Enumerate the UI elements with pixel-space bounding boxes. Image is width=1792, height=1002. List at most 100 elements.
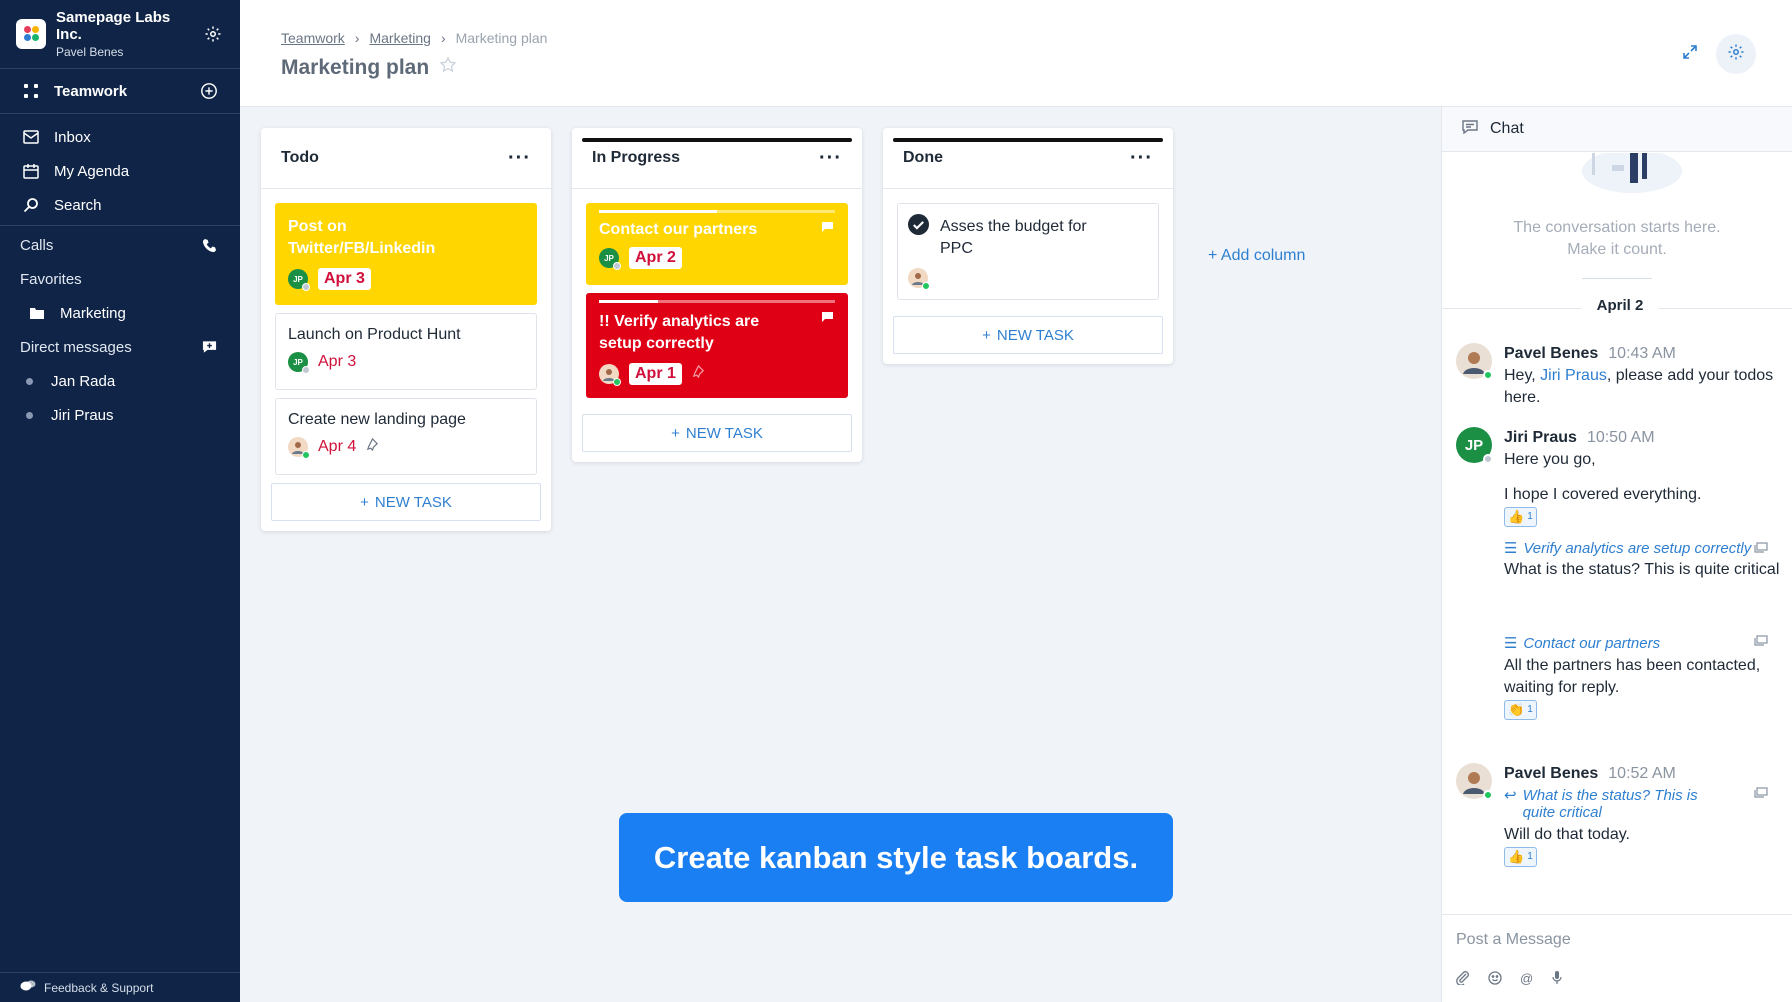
chat-message: Pavel Benes 10:52 AM ↩ What is the status… xyxy=(1456,763,1782,868)
expand-icon[interactable] xyxy=(1682,44,1698,65)
emoji-icon[interactable] xyxy=(1488,971,1502,990)
check-circle-icon[interactable] xyxy=(908,214,929,240)
message-composer[interactable]: Post a Message @ xyxy=(1442,914,1792,1002)
sidebar-item-inbox[interactable]: Inbox xyxy=(0,120,240,154)
page-title-row: Marketing plan xyxy=(281,56,457,80)
sidebar-section-direct-messages[interactable]: Direct messages xyxy=(0,330,240,364)
dm-item-jiri-praus[interactable]: Jiri Praus xyxy=(0,398,240,432)
sidebar-item-label: Teamwork xyxy=(54,82,128,100)
new-task-button[interactable]: + NEW TASK xyxy=(582,414,852,452)
sidebar-item-teamwork[interactable]: Teamwork xyxy=(0,69,240,113)
reply-reference-link[interactable]: ↩ What is the status? This is quite crit… xyxy=(1504,787,1782,821)
task-reference: Verify analytics are setup correctly xyxy=(1523,540,1752,557)
column-title: Todo xyxy=(281,149,319,166)
thread-icon[interactable] xyxy=(1754,542,1768,554)
sidebar-item-marketing[interactable]: Marketing xyxy=(0,296,240,330)
empty-conversation-text: The conversation starts here. Make it co… xyxy=(1442,217,1792,261)
org-switcher[interactable]: Samepage Labs Inc. Pavel Benes xyxy=(0,0,240,68)
task-card[interactable]: Post on Twitter/FB/Linkedin JP Apr 3 xyxy=(275,203,537,305)
gear-icon[interactable] xyxy=(202,23,224,45)
plus-icon: + xyxy=(360,493,369,511)
more-icon[interactable]: ··· xyxy=(1130,148,1153,168)
task-card[interactable]: Create new landing page Apr 4 xyxy=(275,398,537,475)
sidebar-item-label: Search xyxy=(54,196,102,214)
page-header: Teamwork › Marketing › Marketing plan Ma… xyxy=(240,0,1792,107)
more-icon[interactable]: ··· xyxy=(508,148,531,168)
task-reference-link[interactable]: ☰ Verify analytics are setup correctly xyxy=(1504,540,1782,557)
new-task-button[interactable]: + NEW TASK xyxy=(893,316,1163,354)
mention-icon[interactable]: @ xyxy=(1520,971,1533,990)
task-progress xyxy=(599,300,835,303)
task-title: !! Verify analytics are setup correctly xyxy=(599,313,760,352)
column-header: Todo ··· xyxy=(261,128,551,189)
comment-flag-icon xyxy=(822,312,833,322)
plus-icon: + xyxy=(982,326,991,344)
message-text: Hey, xyxy=(1504,367,1541,384)
star-icon[interactable] xyxy=(439,56,457,80)
microphone-icon[interactable] xyxy=(1551,971,1563,990)
sender-name[interactable]: Pavel Benes xyxy=(1504,345,1598,362)
avatar: JP xyxy=(288,269,310,291)
sidebar-section-calls[interactable]: Calls xyxy=(0,228,240,262)
org-logo xyxy=(16,19,46,49)
grid-icon xyxy=(20,80,42,102)
message-time: 10:52 AM xyxy=(1608,765,1676,782)
sidebar-item-search[interactable]: Search xyxy=(0,188,240,222)
thumbs-up-icon: 👍 xyxy=(1508,849,1525,864)
dm-label: Jan Rada xyxy=(51,372,116,390)
task-progress-fill xyxy=(599,210,717,213)
avatar xyxy=(1456,343,1493,380)
empty-line-1: The conversation starts here. xyxy=(1513,219,1721,236)
conversation-illustration xyxy=(1582,153,1682,193)
new-message-icon[interactable] xyxy=(198,336,220,358)
dm-item-jan-rada[interactable]: Jan Rada xyxy=(0,364,240,398)
add-circle-icon[interactable] xyxy=(198,80,220,102)
attach-icon[interactable] xyxy=(1456,971,1470,990)
more-icon[interactable]: ··· xyxy=(819,148,842,168)
reaction-badge[interactable]: 👏 1 xyxy=(1504,700,1537,720)
sidebar-item-label: Inbox xyxy=(54,128,91,146)
task-card[interactable]: Launch on Product Hunt JP Apr 3 xyxy=(275,313,537,390)
breadcrumb-teamwork[interactable]: Teamwork xyxy=(281,30,345,46)
sidebar-item-label: My Agenda xyxy=(54,162,130,180)
plus-icon: + xyxy=(671,424,680,442)
message-input[interactable]: Post a Message xyxy=(1456,931,1571,949)
thread-icon[interactable] xyxy=(1754,635,1768,647)
reaction-badge[interactable]: 👍 1 xyxy=(1504,847,1537,867)
presence-dot xyxy=(26,411,33,419)
chat-message: Pavel Benes 10:43 AM Hey, Jiri Praus, ple… xyxy=(1456,343,1782,409)
task-card[interactable]: Asses the budget for PPC xyxy=(897,203,1159,300)
message-text: I hope I covered everything. xyxy=(1504,486,1702,503)
column-in-progress: In Progress ··· Contact our partners JP … xyxy=(572,128,862,462)
task-list-icon: ☰ xyxy=(1504,540,1518,557)
feedback-support-link[interactable]: Feedback & Support xyxy=(0,972,240,1002)
new-task-button[interactable]: + NEW TASK xyxy=(271,483,541,521)
calendar-icon xyxy=(20,160,42,182)
clap-icon: 👏 xyxy=(1508,702,1525,717)
empty-line-2: Make it count. xyxy=(1567,241,1667,258)
add-column-button[interactable]: + Add column xyxy=(1208,247,1305,265)
phone-icon[interactable] xyxy=(198,234,220,256)
task-card[interactable]: !! Verify analytics are setup correctly … xyxy=(586,293,848,398)
board-settings-button[interactable] xyxy=(1716,34,1756,74)
favorites-label: Favorites xyxy=(20,270,82,288)
dm-label: Jiri Praus xyxy=(51,406,114,424)
sidebar-item-my-agenda[interactable]: My Agenda xyxy=(0,154,240,188)
breadcrumb-marketing[interactable]: Marketing xyxy=(369,30,430,46)
reaction-badge[interactable]: 👍 1 xyxy=(1504,507,1537,527)
column-title: Done xyxy=(903,149,943,166)
due-date: Apr 2 xyxy=(629,247,682,269)
message-text: All the partners has been contacted, wai… xyxy=(1504,657,1761,696)
due-date: Apr 1 xyxy=(629,363,682,385)
breadcrumb-current: Marketing plan xyxy=(455,30,548,46)
sender-name[interactable]: Pavel Benes xyxy=(1504,765,1598,782)
task-card[interactable]: Contact our partners JP Apr 2 xyxy=(586,203,848,285)
thread-icon[interactable] xyxy=(1754,787,1768,799)
day-separator: April 2 xyxy=(1582,297,1658,314)
sender-name[interactable]: Jiri Praus xyxy=(1504,429,1577,446)
mention-link[interactable]: Jiri Praus xyxy=(1540,367,1607,384)
column-title: In Progress xyxy=(592,149,681,166)
task-progress xyxy=(599,210,835,213)
task-reference-link[interactable]: ☰ Contact our partners xyxy=(1504,633,1782,655)
feedback-label: Feedback & Support xyxy=(44,980,154,995)
